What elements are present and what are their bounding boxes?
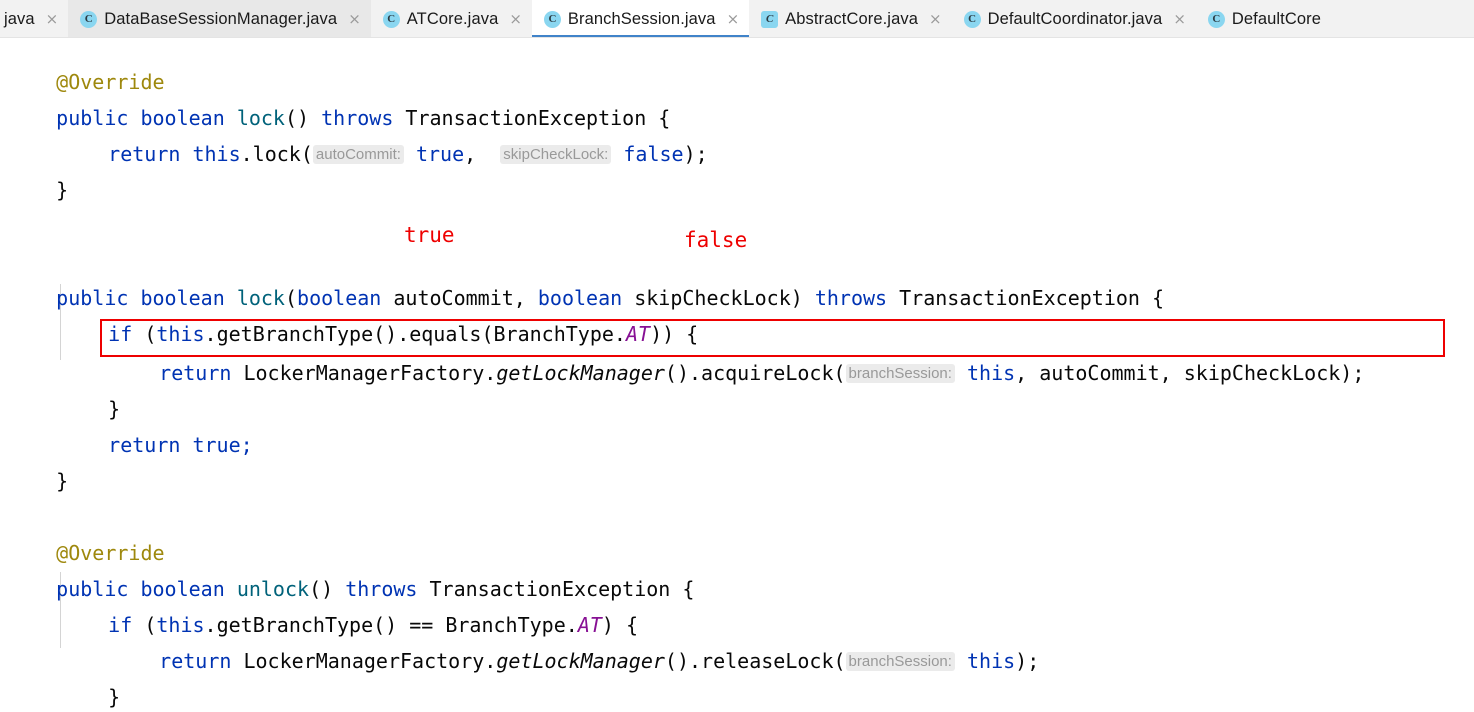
keyword-return: return [108, 142, 181, 166]
tab-databasesessionmanager[interactable]: C DataBaseSessionManager.java × [68, 0, 371, 37]
open-brace: { [1152, 286, 1165, 310]
close-icon[interactable]: × [1173, 11, 1186, 27]
keyword-return: return [159, 361, 232, 385]
call-args: ); [1015, 649, 1040, 673]
tab-label: java [4, 9, 35, 28]
literal-true: true [415, 142, 465, 166]
method-getlockmanager: getLockManager [496, 361, 665, 385]
code-line-close-method: } [8, 427, 68, 493]
call-acquirelock: ().acquireLock( [664, 361, 846, 385]
code-line-return-true: return true; [60, 391, 253, 457]
editor-tab-bar: java × C DataBaseSessionManager.java × C… [0, 0, 1474, 38]
close-icon[interactable]: × [727, 11, 740, 27]
method-getlockmanager: getLockManager [496, 649, 665, 673]
call-tail: ); [683, 142, 708, 166]
code-line-override-2: @Override [8, 499, 164, 565]
code-line-close-if: } [60, 643, 120, 709]
call-args: , autoCommit, skipCheckLock); [1015, 361, 1365, 385]
code-line-lock-signature: public boolean lock() throws Transaction… [8, 64, 670, 130]
tab-abstractcore[interactable]: C AbstractCore.java × [749, 0, 952, 37]
tab-defaultcoordinator[interactable]: C DefaultCoordinator.java × [951, 0, 1196, 37]
class-lockermanagerfactory: LockerManagerFactory. [243, 361, 497, 385]
class-icon: C [1207, 10, 1225, 28]
tab-label: ATCore.java [406, 9, 499, 28]
code-line-acquirelock: return LockerManagerFactory.getLockManag… [111, 319, 1364, 385]
class-icon: C [543, 10, 561, 28]
keyword-return: return [159, 649, 232, 673]
param-hint-autocommit: autoCommit: [312, 145, 404, 164]
call-lock: .lock( [240, 142, 313, 166]
code-line-lock-full-signature: public boolean lock(boolean autoCommit, … [8, 244, 1164, 310]
code-line-lock-delegate: return this.lock(autoCommit: true, skipC… [60, 100, 708, 166]
keyword-this: this [192, 142, 241, 166]
close-brace: } [56, 178, 69, 202]
close-brace: } [56, 469, 69, 493]
code-line-close-if: } [60, 355, 120, 421]
open-brace: { [682, 577, 695, 601]
code-line-close-brace: } [8, 136, 68, 202]
param-hint-branchsession: branchSession: [845, 364, 955, 383]
code-editor[interactable]: @Override public boolean lock() throws T… [0, 38, 1474, 712]
tab-label: DataBaseSessionManager.java [104, 9, 338, 28]
param-hint-skipchecklock: skipCheckLock: [500, 145, 612, 164]
literal-true: true; [192, 433, 253, 457]
tab-label: AbstractCore.java [785, 9, 918, 28]
tab-label: DefaultCoordinator.java [987, 9, 1163, 28]
tab-atcore[interactable]: C ATCore.java × [370, 0, 532, 37]
close-icon[interactable]: × [46, 11, 59, 27]
tab-branchsession[interactable]: C BranchSession.java × [531, 0, 750, 37]
comma: , [464, 142, 477, 166]
code-line-if-branchtype-eq: if (this.getBranchType() == BranchType.A… [60, 571, 638, 637]
tab-label: BranchSession.java [567, 9, 716, 28]
class-icon: C [963, 10, 981, 28]
literal-false: false [623, 142, 684, 166]
code-line-releaselock: return LockerManagerFactory.getLockManag… [111, 607, 1039, 673]
call-releaselock: ().releaseLock( [664, 649, 846, 673]
code-line-unlock-signature: public boolean unlock() throws Transacti… [8, 535, 694, 601]
code-line-return-true: return true; [60, 679, 253, 712]
tab-defaultcore[interactable]: C DefaultCore [1195, 0, 1332, 37]
keyword-this: this [967, 361, 1016, 385]
keyword-return: return [108, 433, 181, 457]
class-icon: C [80, 10, 98, 28]
code-line-override-1: @Override [8, 38, 164, 94]
close-icon[interactable]: × [929, 11, 942, 27]
close-icon[interactable]: × [348, 11, 361, 27]
callout-true: true [404, 223, 455, 247]
code-line-if-branchtype-equals: if (this.getBranchType().equals(BranchTy… [60, 280, 698, 346]
abstract-class-icon: C [761, 10, 779, 28]
type-transactionexception: TransactionException [899, 286, 1140, 310]
tab-java-clipped[interactable]: java × [0, 0, 69, 37]
tab-label: DefaultCore [1231, 9, 1322, 28]
class-lockermanagerfactory: LockerManagerFactory. [243, 649, 497, 673]
close-icon[interactable]: × [509, 11, 522, 27]
class-icon: C [382, 10, 400, 28]
param-hint-branchsession: branchSession: [845, 652, 955, 671]
keyword-throws: throws [814, 286, 888, 310]
keyword-this: this [967, 649, 1016, 673]
